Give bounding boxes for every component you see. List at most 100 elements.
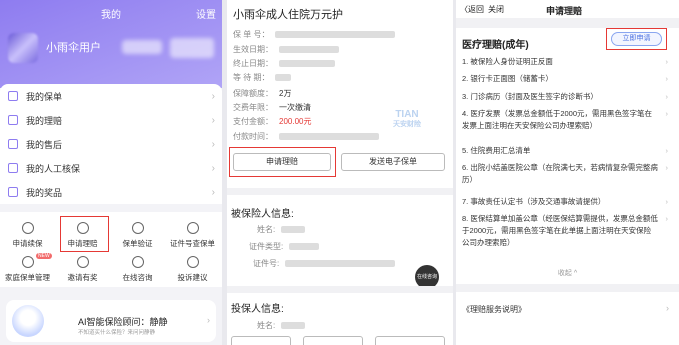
id-search-icon — [186, 222, 199, 234]
chevron-right-icon: › — [665, 214, 669, 223]
chevron-right-icon: › — [665, 57, 669, 66]
chevron-right-icon: › — [665, 92, 669, 101]
item-text: 5. 住院费用汇总清单 — [462, 146, 531, 155]
field-label: 保障额度： — [233, 89, 273, 98]
grid-item-feedback[interactable]: 投诉建议 — [165, 256, 220, 283]
username: 小雨伞用户 — [46, 42, 101, 54]
grid-label: 申请续保 — [12, 239, 43, 248]
profile-header: 我的 设置 小雨伞用户 — [0, 0, 222, 88]
ai-title: AI智能保险顾问：静静 — [78, 317, 168, 327]
blurred-info — [122, 40, 162, 54]
field-label: 等 待 期： — [233, 73, 270, 82]
ai-advisor-card[interactable]: AI智能保险顾问：静静 不知道买什么保险？来问问静静 › — [6, 300, 216, 342]
item-text: 7. 事故责任认定书（涉及交通事故请提供） — [462, 197, 606, 206]
requirement-item[interactable]: 7. 事故责任认定书（涉及交通事故请提供） › — [462, 196, 668, 208]
robot-icon — [12, 305, 44, 337]
highlight-box — [60, 216, 109, 252]
insured-name-row: 姓名: — [257, 224, 306, 235]
chevron-right-icon: › — [665, 146, 669, 155]
service-terms-link[interactable]: 《理赔服务说明》 — [462, 304, 526, 315]
holder-name-row: 姓名: — [257, 320, 306, 331]
close-button[interactable]: 关闭 — [488, 4, 504, 15]
settings-link[interactable]: 设置 — [196, 6, 216, 21]
pay-term-value: 一次缴清 — [279, 103, 311, 112]
back-button[interactable]: 〈返回 — [460, 4, 484, 15]
menu-item-aftersale[interactable]: 我的售后 › — [0, 132, 222, 156]
watermark-text: TIAN — [395, 109, 419, 120]
blurred-value — [279, 46, 339, 54]
policy-detail-panel: 小雨伞成人住院万元护 保 单 号： 生效日期： 终止日期： 等 待 期： 保障额… — [227, 0, 453, 345]
grid-item-renew[interactable]: 申请续保 — [0, 222, 55, 249]
insured-idtype-row: 证件类型: — [249, 241, 320, 252]
watermark-text: 天安财险 — [393, 121, 421, 128]
collapse-toggle[interactable]: 收起 ^ — [456, 268, 679, 278]
chevron-right-icon: › — [211, 138, 215, 150]
verify-icon — [131, 222, 144, 234]
bottom-button[interactable] — [303, 336, 363, 345]
aftersale-icon — [8, 139, 18, 149]
product-title: 小雨伞成人住院万元护 — [233, 9, 343, 21]
requirement-item[interactable]: 4. 医疗发票（发票总金额低于2000元，需用黑色签字笔在发票上面注明在天安保险… — [462, 108, 668, 132]
coverage-value: 2万 — [279, 89, 292, 98]
pay-term-row: 交费年限： 一次缴清 — [233, 102, 311, 113]
grid-item-family[interactable]: 家庭保单管理 — [0, 256, 55, 283]
avatar[interactable] — [8, 33, 38, 63]
requirement-item[interactable]: 3. 门诊病历（封面及医生签字的诊断书） › — [462, 91, 668, 103]
menu-item-policy[interactable]: 我的保单 › — [0, 84, 222, 108]
grid-label: 邀请有奖 — [67, 273, 98, 282]
field-label: 终止日期： — [233, 59, 273, 68]
policy-no-row: 保 单 号： — [233, 29, 396, 40]
blurred-value — [279, 133, 379, 141]
field-label: 姓名: — [257, 225, 276, 234]
chevron-right-icon: › — [666, 303, 669, 313]
requirement-item[interactable]: 8. 医保结算单加盖公章（经医保结算需提供，发票总金额低于2000元，需用黑色签… — [462, 213, 668, 249]
feedback-icon — [186, 256, 199, 268]
item-text: 1. 被保险人身份证明正反面 — [462, 57, 553, 66]
blurred-value — [281, 226, 306, 234]
grid-item-id-search[interactable]: 证件号查保单 — [165, 222, 220, 249]
item-text: 4. 医疗发票（发票总金额低于2000元，需用黑色签字笔在发票上面注明在天安保险… — [462, 109, 653, 130]
field-label: 证件类型: — [249, 242, 284, 251]
insurer-watermark: TIAN 天安财险 — [393, 110, 421, 130]
divider — [227, 188, 453, 195]
expiry-row: 终止日期： — [233, 58, 335, 69]
menu-item-prizes[interactable]: 我的奖品 › — [0, 180, 222, 204]
field-label: 保 单 号： — [233, 30, 270, 39]
grid-item-consult[interactable]: 在线咨询 — [110, 256, 165, 283]
requirement-item[interactable]: 2. 银行卡正面图（储蓄卡） › — [462, 73, 668, 85]
family-icon — [21, 256, 34, 268]
requirement-item[interactable]: 1. 被保险人身份证明正反面 › — [462, 56, 668, 68]
field-label: 生效日期： — [233, 45, 273, 54]
requirement-item[interactable]: 5. 住院费用汇总清单 › — [462, 145, 668, 157]
divider — [456, 284, 679, 292]
waiting-row: 等 待 期： — [233, 72, 292, 83]
field-label: 支付金额： — [233, 117, 273, 126]
chat-icon — [131, 256, 144, 268]
grid-label: 投诉建议 — [177, 273, 208, 282]
highlight-box — [606, 28, 667, 50]
divider — [456, 18, 679, 28]
blurred-info — [170, 38, 214, 58]
menu-item-underwriting[interactable]: 我的人工核保 › — [0, 156, 222, 180]
paytime-row: 付款时间： — [233, 131, 379, 142]
blurred-value — [279, 60, 335, 68]
send-epolicy-button[interactable]: 发送电子保单 — [341, 153, 445, 171]
apply-claim-panel: 〈返回 关闭 申请理赔 医疗理赔(成年) 立即申请 1. 被保险人身份证明正反面… — [456, 0, 679, 345]
amount-row: 支付金额： 200.00元 — [233, 116, 311, 127]
coverage-row: 保障额度： 2万 — [233, 88, 291, 99]
menu-list: 我的保单 › 我的理赔 › 我的售后 › 我的人工核保 › 我的奖品 › — [0, 84, 222, 204]
policy-icon — [8, 91, 18, 101]
grid-item-verify[interactable]: 保单验证 — [110, 222, 165, 249]
bottom-button[interactable] — [231, 336, 291, 345]
grid-item-invite[interactable]: 邀请有奖 — [55, 256, 110, 283]
menu-item-claims[interactable]: 我的理赔 › — [0, 108, 222, 132]
new-badge: NEW — [36, 253, 52, 259]
bottom-button[interactable] — [375, 336, 445, 345]
item-text: 6. 出院小结盖医院公章（在院满七天，若病情复杂需完整病历） — [462, 163, 658, 184]
chevron-right-icon: › — [665, 109, 669, 118]
item-text: 3. 门诊病历（封面及医生签字的诊断书） — [462, 92, 598, 101]
chevron-right-icon: › — [665, 197, 669, 206]
chevron-right-icon: › — [211, 162, 215, 174]
requirement-item[interactable]: 6. 出院小结盖医院公章（在院满七天，若病情复杂需完整病历） › — [462, 162, 668, 186]
underwriting-icon — [8, 163, 18, 173]
